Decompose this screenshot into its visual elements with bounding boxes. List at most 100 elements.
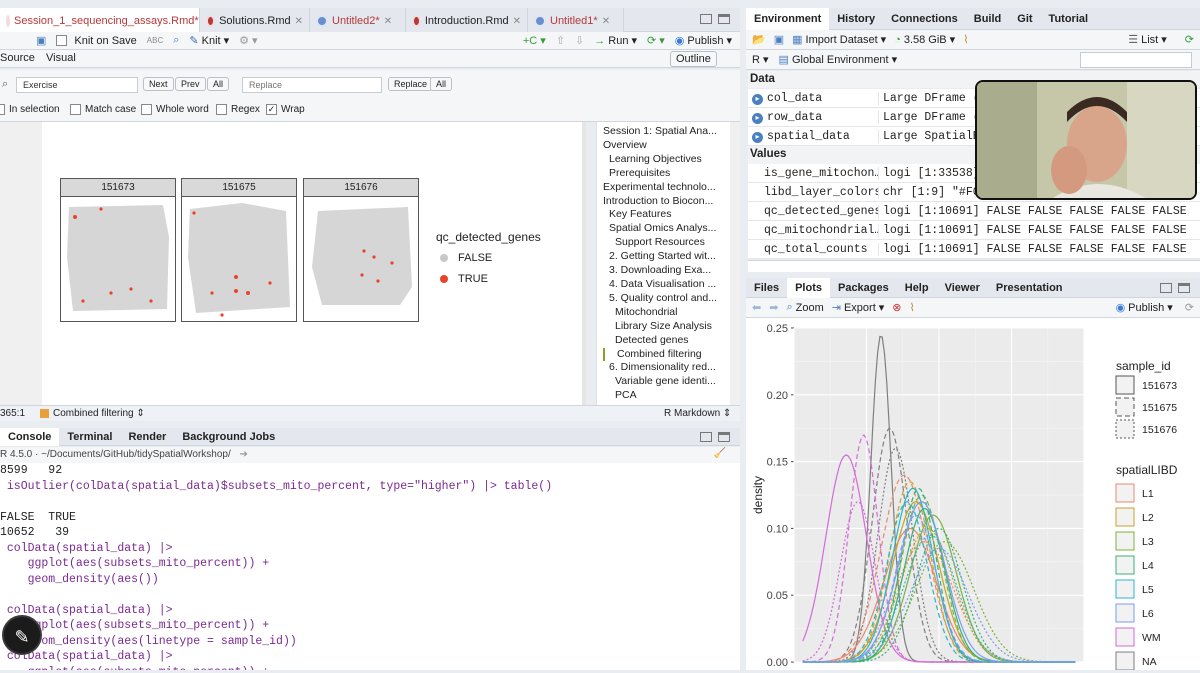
replace-all-button[interactable]: All — [430, 77, 453, 91]
publish-button[interactable]: ◉ Publish ▾ — [675, 34, 732, 48]
outline-button[interactable]: Outline — [670, 51, 717, 67]
spellcheck-icon[interactable]: ABC — [147, 36, 163, 45]
tab-files[interactable]: Files — [746, 278, 787, 298]
close-icon[interactable]: ✕ — [513, 16, 521, 27]
close-icon[interactable]: ✕ — [295, 16, 303, 27]
tab-environment[interactable]: Environment — [746, 8, 830, 30]
expand-icon[interactable]: ▸ — [752, 131, 763, 143]
outline-item[interactable]: 6. Dimensionality red... — [603, 361, 726, 375]
outline-item[interactable]: Library Size Analysis — [603, 320, 726, 334]
import-dataset-button[interactable]: ▦ Import Dataset ▾ — [792, 33, 886, 47]
save-icon[interactable]: ▣ — [36, 34, 46, 47]
tab-background-jobs[interactable]: Background Jobs — [174, 428, 283, 446]
match-case-checkbox[interactable]: Match case — [70, 104, 136, 115]
tab-session-1[interactable]: Session_1_sequencing_assays.Rmd* ✕ — [0, 8, 200, 34]
insert-chunk-icon[interactable]: +C ▾ — [523, 34, 546, 47]
expand-icon[interactable]: ▸ — [752, 93, 763, 105]
tab-console[interactable]: Console — [0, 428, 60, 446]
outline-item[interactable]: Experimental technolo... — [603, 181, 726, 195]
outline-item[interactable]: Mitochondrial — [603, 306, 726, 320]
tab-help[interactable]: Help — [897, 278, 937, 298]
go-up-icon[interactable]: ⇧ — [556, 34, 565, 47]
broom-icon[interactable]: ⌇ — [963, 33, 968, 46]
env-search-input[interactable] — [1080, 52, 1192, 68]
regex-checkbox[interactable]: Regex — [216, 104, 260, 115]
tab-packages[interactable]: Packages — [830, 278, 897, 298]
outline-item[interactable]: 2. Getting Started wit... — [603, 250, 726, 264]
in-selection-checkbox[interactable]: In selection — [0, 104, 60, 115]
back-arrow-icon[interactable]: ⬅ — [752, 301, 761, 314]
tab-render[interactable]: Render — [120, 428, 174, 446]
save-workspace-icon[interactable]: ▣ — [774, 33, 784, 46]
load-workspace-icon[interactable]: 📂 — [752, 33, 766, 46]
env-row[interactable]: qc_total_counts logi [1:10691] FALSE FALS… — [748, 240, 1200, 259]
tab-solutions[interactable]: Solutions.Rmd ✕ — [200, 8, 310, 34]
maximize-pane-icon[interactable] — [1178, 283, 1190, 293]
tab-terminal[interactable]: Terminal — [59, 428, 120, 446]
tab-history[interactable]: History — [829, 8, 883, 30]
scope-selector[interactable]: ▤ Global Environment ▾ — [779, 53, 898, 66]
outline-item[interactable]: Spatial Omics Analys... — [603, 222, 726, 236]
outline-item[interactable]: Overview — [603, 139, 726, 153]
find-input[interactable] — [16, 77, 138, 93]
tab-plots[interactable]: Plots — [787, 278, 830, 298]
tab-connections[interactable]: Connections — [883, 8, 966, 30]
expand-icon[interactable]: ▸ — [752, 112, 763, 124]
file-type-selector[interactable]: R Markdown ⇕ — [664, 408, 731, 419]
remove-plot-icon[interactable]: ⊗ — [892, 301, 901, 314]
outline-item[interactable]: Detected genes — [603, 334, 726, 348]
knit-on-save-checkbox[interactable]: Knit on Save — [56, 35, 137, 47]
outline-item[interactable]: Session 1: Spatial Ana... — [603, 125, 726, 139]
whole-word-checkbox[interactable]: Whole word — [141, 104, 209, 115]
maximize-pane-icon[interactable] — [718, 14, 730, 24]
replace-input[interactable] — [242, 77, 382, 93]
close-icon[interactable]: ✕ — [384, 16, 392, 27]
export-button[interactable]: ⇥ Export ▾ — [832, 301, 885, 315]
find-prev-button[interactable]: Prev — [175, 77, 206, 91]
memory-usage[interactable]: ◔ 3.58 GiB ▾ — [894, 33, 955, 47]
env-row[interactable]: qc_detected_genes logi [1:10691] FALSE FA… — [748, 202, 1200, 221]
maximize-pane-icon[interactable] — [718, 432, 730, 442]
outline-item[interactable]: Combined filtering — [603, 347, 726, 362]
zoom-button[interactable]: ⌕ Zoom — [786, 301, 823, 314]
minimize-pane-icon[interactable] — [700, 14, 712, 24]
find-icon[interactable]: ⌕ — [173, 34, 179, 47]
outline-item[interactable]: Learning Objectives — [603, 153, 726, 167]
annotate-pen-icon[interactable]: ✎ — [2, 615, 42, 655]
outline-scrollbar[interactable] — [730, 122, 740, 405]
go-to-directory-icon[interactable]: ➔ — [240, 449, 248, 460]
outline-item[interactable]: 5. Quality control and... — [603, 292, 726, 306]
env-hscroll[interactable] — [748, 260, 1200, 272]
broom-icon[interactable]: ⌇ — [910, 301, 915, 314]
minimize-pane-icon[interactable] — [1160, 283, 1172, 293]
tab-tutorial[interactable]: Tutorial — [1041, 8, 1097, 30]
outline-item[interactable]: Introduction to Biocon... — [603, 195, 726, 209]
refresh-icon[interactable]: ⟳ — [1185, 301, 1194, 314]
outline-item[interactable]: 4. Data Visualisation ... — [603, 278, 726, 292]
find-next-button[interactable]: Next — [143, 77, 174, 91]
outline-item[interactable]: 3. Downloading Exa... — [603, 264, 726, 278]
tab-introduction[interactable]: Introduction.Rmd ✕ — [406, 8, 528, 34]
publish-plot-button[interactable]: ◉ Publish ▾ — [1116, 301, 1173, 315]
tab-presentation[interactable]: Presentation — [988, 278, 1071, 298]
editor-scrollbar[interactable] — [582, 122, 586, 405]
rerun-icon[interactable]: ⟳ ▾ — [647, 34, 665, 47]
run-button[interactable]: → Run ▾ — [594, 34, 637, 48]
outline-item[interactable]: Support Resources — [603, 236, 726, 250]
go-down-icon[interactable]: ⇩ — [575, 34, 584, 47]
forward-arrow-icon[interactable]: ➡ — [769, 301, 778, 314]
env-row[interactable]: qc_mitochondrial… logi [1:10691] FALSE FA… — [748, 221, 1200, 240]
tab-untitled1[interactable]: Untitled1* ✕ — [528, 8, 624, 34]
wrap-checkbox[interactable]: ✓ Wrap — [266, 104, 305, 115]
source-tab[interactable]: Source — [0, 52, 35, 64]
outline-item[interactable]: PCA — [603, 389, 726, 403]
tab-viewer[interactable]: Viewer — [937, 278, 988, 298]
visual-tab[interactable]: Visual — [46, 52, 76, 64]
knit-button[interactable]: ✎ Knit ▾ — [189, 34, 229, 48]
find-all-button[interactable]: All — [207, 77, 230, 91]
close-icon[interactable]: ✕ — [602, 16, 610, 27]
refresh-icon[interactable]: ⟳ — [1185, 33, 1194, 46]
language-selector[interactable]: R ▾ — [752, 53, 769, 66]
tab-build[interactable]: Build — [966, 8, 1010, 30]
outline-item[interactable]: Prerequisites — [603, 167, 726, 181]
